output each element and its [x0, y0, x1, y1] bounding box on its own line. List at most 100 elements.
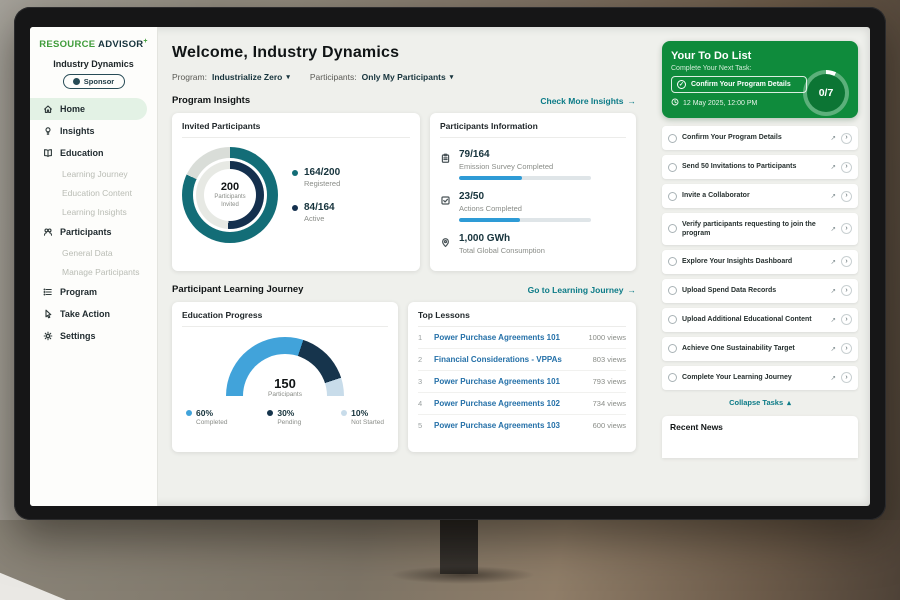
- task-checkbox[interactable]: [668, 344, 677, 353]
- legend-dot: [292, 205, 298, 211]
- sidebar-item-learning-journey[interactable]: Learning Journey: [30, 164, 157, 183]
- emission-progress-bar: [459, 176, 591, 180]
- external-link-icon: ↗: [831, 134, 836, 142]
- sidebar: RESOURCE ADVISOR+ Industry Dynamics Spon…: [30, 27, 158, 506]
- next-task-chip[interactable]: ✓ Confirm Your Program Details: [671, 76, 807, 93]
- stat-emission-survey: 79/164 Emission Survey Completed: [440, 149, 626, 180]
- lesson-link[interactable]: Power Purchase Agreements 102: [434, 399, 585, 408]
- legend-completed: 60% Completed: [186, 408, 227, 426]
- invited-participants-donut-chart: 200 Participants Invited: [182, 147, 278, 243]
- gauge-center-value: 150: [226, 376, 344, 391]
- task-checkbox[interactable]: [668, 373, 677, 382]
- task-checkbox[interactable]: [668, 163, 677, 172]
- sidebar-item-take-action[interactable]: Take Action: [30, 303, 157, 325]
- task-checkbox[interactable]: [668, 315, 677, 324]
- top-lessons-title: Top Lessons: [418, 310, 626, 327]
- task-row[interactable]: Verify participants requesting to join t…: [662, 213, 858, 245]
- chevron-right-icon[interactable]: ›: [841, 285, 852, 296]
- dashboard-screen: RESOURCE ADVISOR+ Industry Dynamics Spon…: [30, 27, 870, 506]
- task-row[interactable]: Send 50 Invitations to Participants ↗ ›: [662, 155, 858, 179]
- program-select[interactable]: Industrialize Zero ▾: [212, 72, 290, 82]
- gear-icon: [43, 331, 53, 341]
- chevron-right-icon[interactable]: ›: [841, 314, 852, 325]
- external-link-icon: ↗: [831, 225, 836, 233]
- chevron-right-icon[interactable]: ›: [841, 133, 852, 144]
- learning-journey-title: Participant Learning Journey: [172, 284, 303, 295]
- task-row[interactable]: Achieve One Sustainability Target ↗ ›: [662, 337, 858, 361]
- legend-dot: [341, 410, 347, 416]
- stat-global-consumption: 1,000 GWh Total Global Consumption: [440, 233, 626, 255]
- task-row[interactable]: Explore Your Insights Dashboard ↗ ›: [662, 250, 858, 274]
- sidebar-item-participants[interactable]: Participants: [30, 221, 157, 243]
- participants-select[interactable]: Only My Participants ▾: [362, 72, 454, 82]
- app-logo: RESOURCE ADVISOR+: [30, 38, 157, 50]
- lesson-link[interactable]: Financial Considerations - VPPAs: [434, 355, 585, 364]
- recent-news-header: Recent News: [662, 416, 858, 458]
- arrow-right-icon: →: [628, 285, 637, 295]
- gauge-legend: 60% Completed 30% Pending 10% Not Starte…: [182, 408, 388, 426]
- check-more-insights-link[interactable]: Check More Insights →: [540, 96, 636, 106]
- sidebar-item-program[interactable]: Program: [30, 281, 157, 303]
- sponsor-label: Sponsor: [84, 77, 114, 86]
- sidebar-nav: Home Insights Education Learning Journey…: [30, 98, 157, 347]
- sidebar-item-manage-participants[interactable]: Manage Participants: [30, 262, 157, 281]
- sidebar-item-learning-insights[interactable]: Learning Insights: [30, 202, 157, 221]
- task-checkbox[interactable]: [668, 224, 677, 233]
- education-progress-card: Education Progress 150 Participants 60%: [172, 302, 398, 452]
- chevron-up-icon: ▴: [787, 398, 791, 407]
- program-insights-title: Program Insights: [172, 95, 250, 106]
- task-row[interactable]: Invite a Collaborator ↗ ›: [662, 184, 858, 208]
- lesson-link[interactable]: Power Purchase Agreements 101: [434, 333, 580, 342]
- lesson-row: 5 Power Purchase Agreements 103 600 view…: [418, 415, 626, 436]
- chevron-right-icon[interactable]: ›: [841, 223, 852, 234]
- task-checkbox[interactable]: [668, 192, 677, 201]
- external-link-icon: ↗: [831, 316, 836, 324]
- clipboard-icon: [440, 151, 451, 162]
- logo-secondary: ADVISOR: [98, 39, 143, 50]
- task-row[interactable]: Complete Your Learning Journey ↗ ›: [662, 366, 858, 390]
- legend-dot: [292, 170, 298, 176]
- chevron-down-icon: ▾: [286, 73, 290, 81]
- sidebar-item-home[interactable]: Home: [30, 98, 147, 120]
- gauge-center-label: Participants: [226, 391, 344, 397]
- arrow-right-icon: →: [628, 96, 637, 106]
- sidebar-item-settings[interactable]: Settings: [30, 325, 157, 347]
- program-insights-header: Program Insights Check More Insights →: [172, 95, 636, 106]
- check-icon: ✓: [677, 80, 686, 89]
- task-row[interactable]: Confirm Your Program Details ↗ ›: [662, 126, 858, 150]
- task-checkbox[interactable]: [668, 134, 677, 143]
- chevron-right-icon[interactable]: ›: [841, 256, 852, 267]
- legend-pending: 30% Pending: [267, 408, 301, 426]
- lesson-row: 4 Power Purchase Agreements 102 734 view…: [418, 393, 626, 415]
- sidebar-item-education-content[interactable]: Education Content: [30, 183, 157, 202]
- task-row[interactable]: Upload Additional Educational Content ↗ …: [662, 308, 858, 332]
- todo-summary-card: Your To Do List Complete Your Next Task:…: [662, 41, 858, 118]
- task-row[interactable]: Upload Spend Data Records ↗ ›: [662, 279, 858, 303]
- go-to-learning-journey-link[interactable]: Go to Learning Journey →: [528, 285, 636, 295]
- todo-title: Your To Do List: [671, 50, 849, 62]
- legend-dot: [267, 410, 273, 416]
- participants-filter: Participants: Only My Participants ▾: [310, 72, 453, 82]
- home-icon: [43, 104, 53, 114]
- participants-filter-label: Participants:: [310, 72, 357, 82]
- sponsor-badge[interactable]: Sponsor: [63, 74, 125, 89]
- lesson-link[interactable]: Power Purchase Agreements 101: [434, 377, 585, 386]
- chevron-right-icon[interactable]: ›: [841, 343, 852, 354]
- task-checkbox[interactable]: [668, 257, 677, 266]
- lesson-link[interactable]: Power Purchase Agreements 103: [434, 421, 585, 430]
- task-checkbox[interactable]: [668, 286, 677, 295]
- collapse-tasks-link[interactable]: Collapse Tasks ▴: [662, 398, 858, 407]
- sidebar-item-education[interactable]: Education: [30, 142, 157, 164]
- sidebar-item-general-data[interactable]: General Data: [30, 243, 157, 262]
- page-title: Welcome, Industry Dynamics: [172, 44, 636, 62]
- sidebar-item-insights[interactable]: Insights: [30, 120, 157, 142]
- chevron-right-icon[interactable]: ›: [841, 372, 852, 383]
- external-link-icon: ↗: [831, 345, 836, 353]
- donut-legend: 164/200 Registered 84/164 Active: [292, 167, 340, 223]
- chevron-right-icon[interactable]: ›: [841, 162, 852, 173]
- pin-icon: [440, 235, 451, 246]
- program-filter: Program: Industrialize Zero ▾: [172, 72, 290, 82]
- main-content: Welcome, Industry Dynamics Program: Indu…: [158, 27, 650, 506]
- lesson-row: 3 Power Purchase Agreements 101 793 view…: [418, 371, 626, 393]
- chevron-right-icon[interactable]: ›: [841, 191, 852, 202]
